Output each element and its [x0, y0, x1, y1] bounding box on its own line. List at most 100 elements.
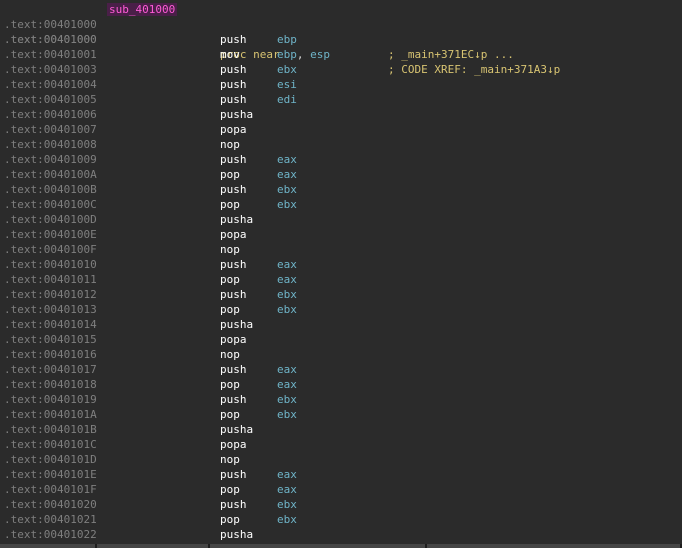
mnemonic[interactable]: pusha	[220, 422, 253, 437]
instruction-row[interactable]: .text:00401015 popa	[0, 332, 682, 347]
register-operand[interactable]: ebx	[277, 63, 297, 76]
instruction-row[interactable]: .text:0040101E push eax	[0, 467, 682, 482]
mnemonic[interactable]: push	[220, 62, 247, 77]
mnemonic[interactable]: popa	[220, 437, 247, 452]
instruction-row[interactable]: .text:0040100E popa	[0, 227, 682, 242]
instruction-row[interactable]: .text:00401001 mov ebp, esp	[0, 47, 682, 62]
instruction-row[interactable]: .text:0040101F pop eax	[0, 482, 682, 497]
instruction-row[interactable]: .text:0040101C popa	[0, 437, 682, 452]
mnemonic[interactable]: pusha	[220, 317, 253, 332]
mnemonic[interactable]: pop	[220, 377, 240, 392]
register-operand[interactable]: eax	[277, 378, 297, 391]
register-operand[interactable]: eax	[277, 258, 297, 271]
instruction-row[interactable]: .text:00401003 push ebx	[0, 62, 682, 77]
instruction-row[interactable]: .text:0040100F nop	[0, 242, 682, 257]
register-operand[interactable]: edi	[277, 93, 297, 106]
instruction-row[interactable]: .text:00401011 pop eax	[0, 272, 682, 287]
mnemonic[interactable]: pop	[220, 482, 240, 497]
mnemonic[interactable]: pusha	[220, 212, 253, 227]
instruction-row[interactable]: .text:00401010 push eax	[0, 257, 682, 272]
register-operand[interactable]: ebp	[277, 33, 297, 46]
mnemonic[interactable]: nop	[220, 452, 240, 467]
register-operand[interactable]: ebx	[277, 408, 297, 421]
instruction-row[interactable]: .text:00401005 push edi	[0, 92, 682, 107]
address: .text:0040101B	[4, 423, 97, 436]
register-operand[interactable]: eax	[277, 483, 297, 496]
register-operand[interactable]: eax	[277, 273, 297, 286]
address: .text:00401001	[4, 48, 97, 61]
mnemonic[interactable]: push	[220, 257, 247, 272]
register-operand[interactable]: esp	[310, 48, 330, 61]
instruction-row[interactable]: .text:0040101A pop ebx	[0, 407, 682, 422]
register-operand[interactable]: ebx	[277, 513, 297, 526]
instruction-row[interactable]: .text:0040100C pop ebx	[0, 197, 682, 212]
proc-header-row[interactable]: .text:00401000 sub_401000 proc near ; CO…	[0, 2, 682, 76]
instruction-row[interactable]: .text:00401017 push eax	[0, 362, 682, 377]
operands: ebx	[277, 182, 297, 197]
register-operand[interactable]: eax	[277, 153, 297, 166]
register-operand[interactable]: ebx	[277, 198, 297, 211]
mnemonic[interactable]: popa	[220, 227, 247, 242]
instruction-row[interactable]: .text:00401013 pop ebx	[0, 302, 682, 317]
instruction-row[interactable]: .text:00401004 push esi	[0, 77, 682, 92]
register-operand[interactable]: ebx	[277, 303, 297, 316]
mnemonic[interactable]: push	[220, 497, 247, 512]
register-operand[interactable]: ebx	[277, 393, 297, 406]
mnemonic[interactable]: push	[220, 77, 247, 92]
mnemonic[interactable]: pop	[220, 407, 240, 422]
instruction-row[interactable]: .text:0040100D pusha	[0, 212, 682, 227]
mnemonic[interactable]: push	[220, 32, 247, 47]
mnemonic[interactable]: push	[220, 467, 247, 482]
operands: eax	[277, 482, 297, 497]
register-operand[interactable]: eax	[277, 363, 297, 376]
instruction-row[interactable]: .text:00401019 push ebx	[0, 392, 682, 407]
mnemonic[interactable]: pusha	[220, 527, 253, 542]
mnemonic[interactable]: push	[220, 92, 247, 107]
mnemonic[interactable]: push	[220, 392, 247, 407]
instruction-row[interactable]: .text:00401022 pusha	[0, 527, 682, 542]
mnemonic[interactable]: pusha	[220, 107, 253, 122]
mnemonic[interactable]: mov	[220, 47, 240, 62]
mnemonic[interactable]: pop	[220, 197, 240, 212]
mnemonic[interactable]: push	[220, 287, 247, 302]
register-operand[interactable]: ebp	[277, 48, 297, 61]
mnemonic[interactable]: pop	[220, 167, 240, 182]
xref-continuation-row[interactable]: .text:00401000 ; _main+371EC↓p ...	[0, 17, 682, 61]
register-operand[interactable]: ebx	[277, 183, 297, 196]
mnemonic[interactable]: nop	[220, 347, 240, 362]
mnemonic[interactable]: nop	[220, 137, 240, 152]
mnemonic[interactable]: popa	[220, 332, 247, 347]
register-operand[interactable]: ebx	[277, 498, 297, 511]
instruction-row[interactable]: .text:00401021 pop ebx	[0, 512, 682, 527]
mnemonic[interactable]: popa	[220, 122, 247, 137]
register-operand[interactable]: eax	[277, 468, 297, 481]
instruction-row[interactable]: .text:00401012 push ebx	[0, 287, 682, 302]
instruction-row[interactable]: .text:00401000 push ebp	[0, 32, 682, 47]
mnemonic[interactable]: push	[220, 362, 247, 377]
instruction-row[interactable]: .text:00401008 nop	[0, 137, 682, 152]
instruction-row[interactable]: .text:0040101D nop	[0, 452, 682, 467]
mnemonic[interactable]: push	[220, 182, 247, 197]
instruction-row[interactable]: .text:0040100A pop eax	[0, 167, 682, 182]
mnemonic[interactable]: pop	[220, 512, 240, 527]
instruction-row[interactable]: .text:00401018 pop eax	[0, 377, 682, 392]
instruction-row[interactable]: .text:0040101B pusha	[0, 422, 682, 437]
horizontal-scrollbar[interactable]	[0, 544, 682, 548]
mnemonic[interactable]: nop	[220, 242, 240, 257]
register-operand[interactable]: esi	[277, 78, 297, 91]
instruction-row[interactable]: .text:00401020 push ebx	[0, 497, 682, 512]
register-operand[interactable]: ebx	[277, 288, 297, 301]
mnemonic[interactable]: pop	[220, 302, 240, 317]
instruction-row[interactable]: .text:00401014 pusha	[0, 317, 682, 332]
instruction-row[interactable]: .text:00401006 pusha	[0, 107, 682, 122]
instruction-row[interactable]: .text:00401009 push eax	[0, 152, 682, 167]
instruction-row[interactable]: .text:00401007 popa	[0, 122, 682, 137]
function-label[interactable]: sub_401000	[107, 3, 178, 16]
mnemonic[interactable]: push	[220, 152, 247, 167]
instruction-row[interactable]: .text:0040100B push ebx	[0, 182, 682, 197]
mnemonic[interactable]: pop	[220, 272, 240, 287]
register-operand[interactable]: eax	[277, 168, 297, 181]
disassembly-listing[interactable]: .text:00401000 sub_401000 proc near ; CO…	[0, 2, 682, 542]
instruction-row[interactable]: .text:00401016 nop	[0, 347, 682, 362]
operands: ebx	[277, 512, 297, 527]
